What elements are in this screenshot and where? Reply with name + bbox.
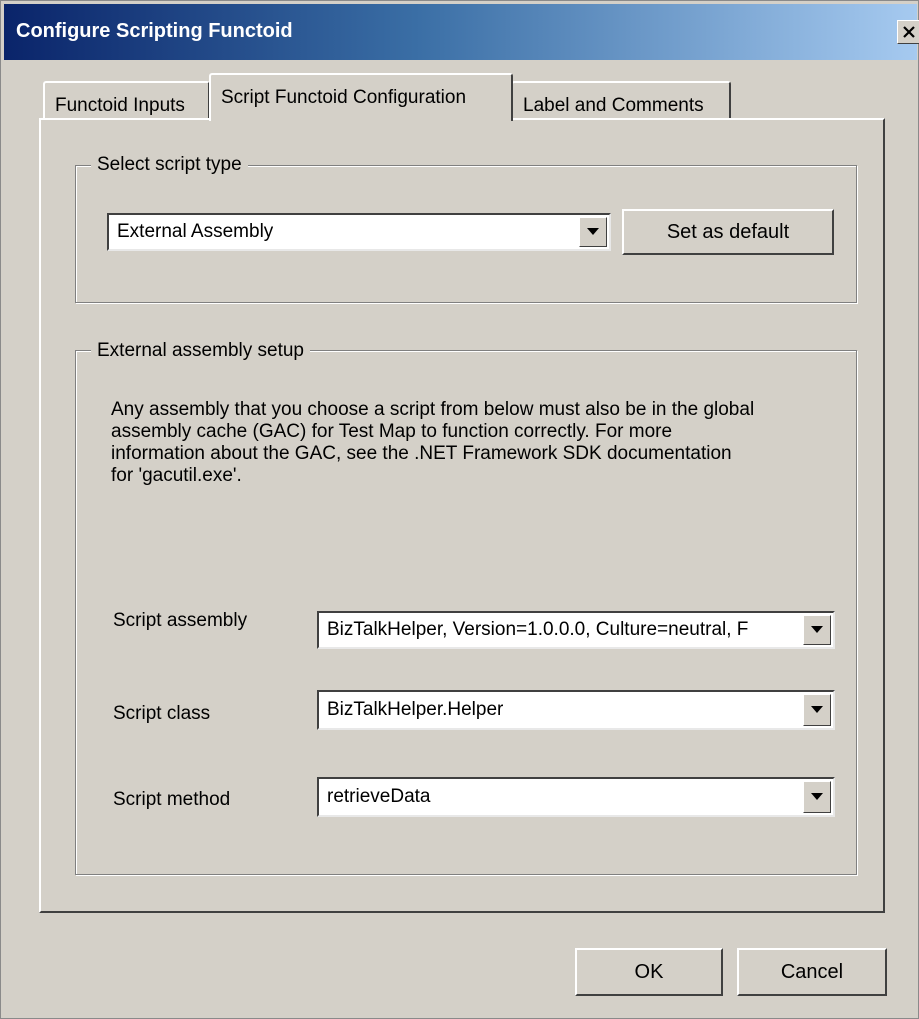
assembly-description: Any assembly that you choose a script fr… — [111, 399, 841, 487]
tab-functoid-inputs[interactable]: Functoid Inputs — [43, 81, 210, 121]
tab-panel: Select script type External Assembly Set… — [39, 118, 885, 913]
script-class-dropdown-button[interactable] — [803, 694, 831, 726]
description-line: information about the GAC, see the .NET … — [111, 443, 732, 464]
chevron-down-icon — [811, 706, 823, 713]
script-type-select[interactable]: External Assembly — [107, 213, 611, 251]
set-as-default-label: Set as default — [666, 220, 790, 243]
cancel-label: Cancel — [780, 960, 844, 983]
chevron-down-icon — [811, 626, 823, 633]
title-bar: Configure Scripting Functoid — [4, 4, 919, 60]
dialog-window: Configure Scripting Functoid Functoid In… — [0, 0, 919, 1019]
tab-label: Script Functoid Configuration — [221, 87, 467, 108]
tab-label: Label and Comments — [523, 95, 704, 116]
assembly-setup-legend: External assembly setup — [91, 340, 310, 362]
script-type-dropdown-button[interactable] — [579, 217, 607, 247]
description-line: for 'gacutil.exe'. — [111, 465, 242, 486]
script-method-value: retrieveData — [327, 786, 431, 807]
script-assembly-label: Script assembly — [113, 610, 248, 631]
script-method-dropdown-button[interactable] — [803, 781, 831, 813]
tab-label: Functoid Inputs — [55, 95, 185, 116]
close-icon — [903, 26, 915, 38]
script-assembly-value: BizTalkHelper, Version=1.0.0.0, Culture=… — [327, 619, 749, 640]
ok-label: OK — [634, 960, 664, 983]
description-line: assembly cache (GAC) for Test Map to fun… — [111, 421, 673, 442]
set-as-default-button[interactable]: Set as default — [622, 209, 834, 255]
tab-label-and-comments[interactable]: Label and Comments — [511, 81, 731, 121]
script-method-label: Script method — [113, 789, 231, 810]
chevron-down-icon — [587, 228, 599, 235]
script-class-label: Script class — [113, 703, 211, 724]
script-method-select[interactable]: retrieveData — [317, 777, 835, 817]
cancel-button[interactable]: Cancel — [737, 948, 887, 996]
script-assembly-dropdown-button[interactable] — [803, 615, 831, 645]
tab-script-functoid-configuration[interactable]: Script Functoid Configuration — [209, 73, 513, 121]
ok-button[interactable]: OK — [575, 948, 723, 996]
script-class-select[interactable]: BizTalkHelper.Helper — [317, 690, 835, 730]
script-class-value: BizTalkHelper.Helper — [327, 699, 504, 720]
script-type-value: External Assembly — [117, 221, 274, 242]
description-line: Any assembly that you choose a script fr… — [111, 399, 755, 420]
close-button[interactable] — [897, 20, 919, 44]
script-type-legend: Select script type — [91, 154, 248, 176]
window-title: Configure Scripting Functoid — [16, 20, 293, 42]
chevron-down-icon — [811, 793, 823, 800]
script-assembly-select[interactable]: BizTalkHelper, Version=1.0.0.0, Culture=… — [317, 611, 835, 649]
